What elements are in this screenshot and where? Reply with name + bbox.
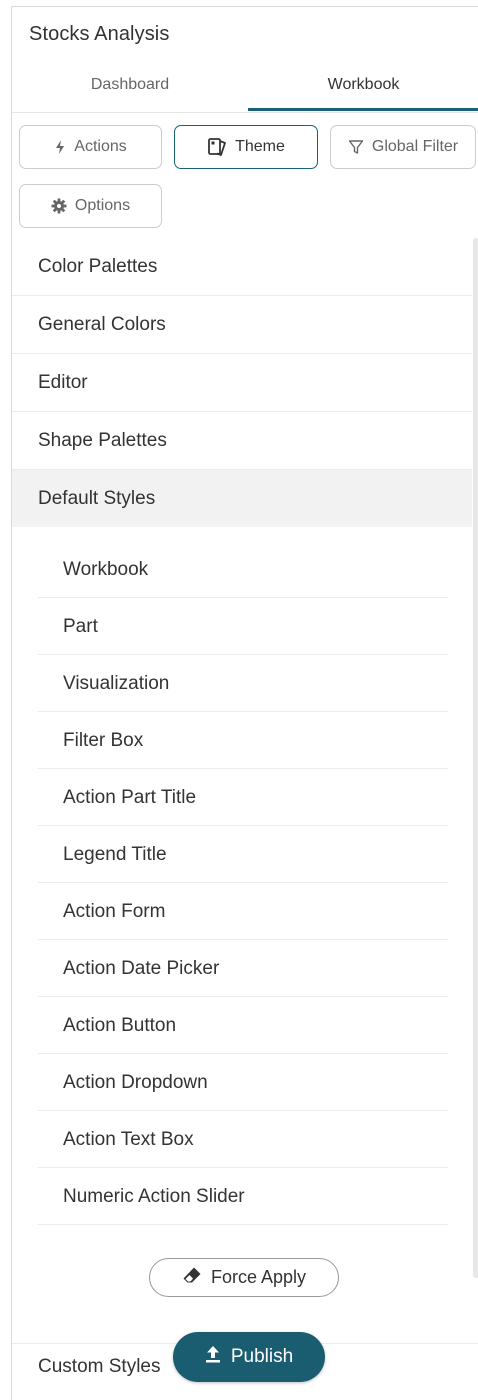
custom-styles-label: Custom Styles [38,1356,161,1377]
list-item[interactable]: Action Text Box [38,1111,448,1168]
force-apply-row: Force Apply [12,1225,472,1331]
funnel-icon [348,139,364,155]
list-item[interactable]: Legend Title [38,826,448,883]
list-item[interactable]: Action Form [38,883,448,940]
theme-book-icon [207,137,227,157]
list-item[interactable]: Action Button [38,997,448,1054]
section-color-palettes[interactable]: Color Palettes [12,238,472,296]
list-item[interactable]: Part [38,598,448,655]
scrollbar[interactable] [473,238,478,1278]
active-tab-indicator [248,108,478,111]
list-item[interactable]: Workbook [38,541,448,598]
upload-icon [205,1345,221,1369]
global-filter-button[interactable]: Global Filter [330,125,476,169]
list-item[interactable]: Numeric Action Slider [38,1168,448,1225]
force-apply-label: Force Apply [210,1267,307,1287]
gear-icon [51,198,67,214]
options-label: Options [74,197,131,214]
list-item[interactable]: Action Dropdown [38,1054,448,1111]
options-button[interactable]: Options [19,184,162,228]
theme-label: Theme [235,138,285,155]
section-editor[interactable]: Editor [12,354,472,412]
tab-dashboard[interactable]: Dashboard [12,65,248,109]
publish-label: Publish [230,1346,294,1367]
publish-button[interactable]: Publish [173,1332,325,1382]
tab-bar: Dashboard Workbook [12,65,478,113]
force-apply-button[interactable]: Force Apply [149,1258,339,1297]
bolt-icon [54,139,66,155]
actions-button[interactable]: Actions [19,125,162,169]
theme-panel: Stocks Analysis Dashboard Workbook Actio… [11,6,478,1400]
default-styles-list: Workbook Part Visualization Filter Box A… [12,527,472,1225]
actions-label: Actions [74,138,127,155]
theme-button[interactable]: Theme [174,125,318,169]
section-general-colors[interactable]: General Colors [12,296,472,354]
app-title: Stocks Analysis [29,23,170,45]
section-default-styles[interactable]: Default Styles [12,470,472,527]
list-item[interactable]: Action Date Picker [38,940,448,997]
global-filter-label: Global Filter [371,138,459,155]
list-item[interactable]: Action Part Title [38,769,448,826]
tab-workbook[interactable]: Workbook [248,65,478,109]
eraser-icon [182,1266,202,1289]
list-item[interactable]: Filter Box [38,712,448,769]
theme-section-list: Color Palettes General Colors Editor Sha… [12,238,472,1331]
section-shape-palettes[interactable]: Shape Palettes [12,412,472,470]
list-item[interactable]: Visualization [38,655,448,712]
